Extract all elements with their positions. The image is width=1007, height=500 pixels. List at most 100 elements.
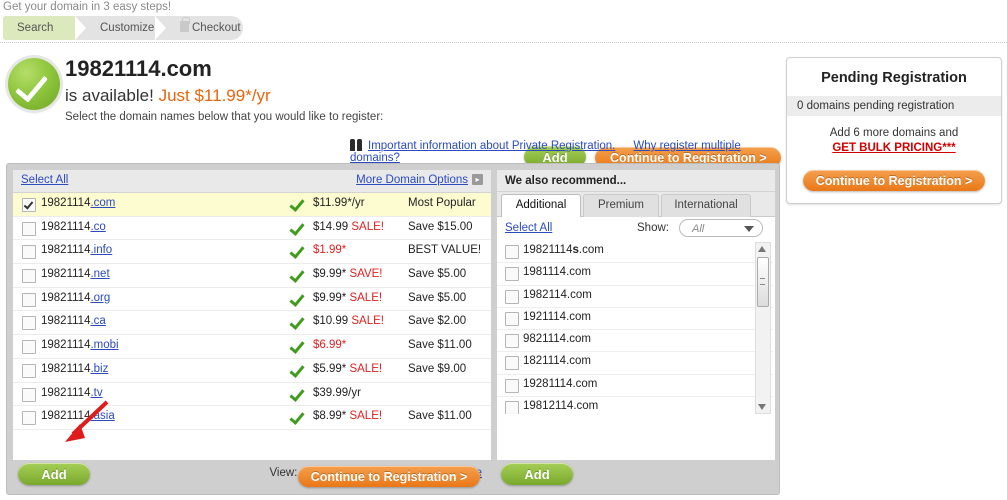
more-domain-options[interactable]: More Domain Options ▸ [356,174,483,186]
domain-savings: Most Popular [408,197,476,209]
domain-checkbox[interactable] [22,411,36,426]
continue-to-registration-button-bottom[interactable]: Continue to Registration > [298,466,480,487]
available-check-icon [289,221,302,234]
recommendation-checkbox[interactable] [505,289,519,304]
tab-international[interactable]: International [661,194,751,217]
continue-to-registration-button-sidebar[interactable]: Continue to Registration > [803,170,985,191]
add-button-domains[interactable]: Add [18,463,90,485]
add-button-recommendations[interactable]: Add [501,463,573,485]
recommendation-checkbox[interactable] [505,311,519,326]
domain-checkbox[interactable] [22,363,36,378]
table-row[interactable]: 19821114.mobi $6.99* Save $11.00 [13,335,491,359]
table-row[interactable]: 19821114.org $9.99* SALE! Save $5.00 [13,288,491,312]
available-check-icon [289,410,302,423]
list-item[interactable]: 9821114.com [497,330,773,353]
recommendation-scrollbar[interactable] [755,242,771,414]
step-search[interactable]: Search [3,16,75,40]
availability-line: is available! Just $11.99*/yr [65,86,271,106]
table-row[interactable]: 19821114.com $11.99*/yr Most Popular [13,193,491,217]
domain-price: $8.99* SALE! [313,410,383,423]
table-row[interactable]: 19821114.co $14.99 SALE! Save $15.00 [13,217,491,241]
recommendation-list[interactable]: 19821114s.com 1981114.com 1982114.com 19211… [497,241,773,414]
domain-checkbox[interactable] [22,221,36,236]
get-bulk-pricing-link[interactable]: GET BULK PRICING*** [832,142,955,154]
domain-savings: Save $9.00 [408,362,467,375]
list-item[interactable]: 19281114.com [497,375,773,398]
scroll-down-arrow-icon[interactable] [758,404,766,410]
list-item[interactable]: 1982114.com [497,286,773,308]
domain-checkbox[interactable] [22,387,36,402]
domain-checkbox[interactable] [22,269,36,284]
domain-name: 19821114.net [41,268,110,281]
domain-table-header: Select All More Domain Options ▸ [13,170,491,193]
table-row[interactable]: 19821114.net $9.99* SAVE! Save $5.00 [13,264,491,288]
step-customize[interactable]: Customize [86,16,164,40]
recommendation-domain-name: 1821114.com [523,355,591,368]
domain-savings: Save $5.00 [408,268,467,281]
list-item[interactable]: 1921114.com [497,308,773,331]
recommendation-checkbox[interactable] [505,334,519,349]
step-checkout[interactable]: Checkout [166,16,242,40]
table-row[interactable]: 19821114.info $1.99* BEST VALUE! [13,240,491,265]
scroll-up-arrow-icon[interactable] [758,246,766,252]
page-title: 19821114.com [65,56,212,81]
table-row[interactable]: 19821114.tv $39.99/yr [13,383,491,407]
recommendation-checkbox[interactable] [505,401,519,414]
domain-checkbox[interactable] [22,340,36,355]
list-item[interactable]: 1981114.com [497,263,773,286]
sidebar-title: Pending Registration [821,70,967,86]
select-all-link-recommend[interactable]: Select All [505,222,552,234]
domain-price: $14.99 SALE! [313,220,384,233]
recommendation-domain-name: 1982114.com [523,288,592,301]
domain-name: 19821114.ca [41,315,106,328]
domain-name: 19821114.co [41,220,106,233]
tab-additional[interactable]: Additional [501,194,581,217]
list-item[interactable]: 19821114s.com [497,241,773,264]
domain-name: 19821114.tv [41,386,103,399]
list-item[interactable]: 19812114.com [497,397,773,414]
domain-price: $1.99* [313,244,347,257]
domain-savings: Save $11.00 [408,339,472,352]
step-checkout-label: Checkout [166,16,241,40]
availability-text: is available! [65,86,154,105]
pending-count-text: 0 domains pending registration [787,96,1001,116]
private-registration-link[interactable]: Important information about Private Regi… [368,140,615,152]
bulk-promo-line: Add 6 more domains and [829,127,959,139]
table-row[interactable]: 19821114.biz $5.99* SALE! Save $9.00 [13,359,491,383]
table-row[interactable]: 19821114.asia $8.99* SALE! Save $11.00 [13,406,491,430]
available-check-icon [289,244,302,257]
domain-name: 19821114.biz [41,362,109,375]
domain-checkbox[interactable] [22,316,36,331]
domain-results-table: Select All More Domain Options ▸ 19821114… [12,169,492,461]
recommendation-domain-name: 9821114.com [523,333,591,346]
domain-name: 19821114.asia [41,410,115,423]
domain-checkbox[interactable] [22,292,36,307]
price-text: Just $11.99*/yr [158,86,271,105]
domain-checkbox[interactable] [22,245,36,260]
domain-savings: BEST VALUE! [408,244,482,257]
domain-name: 19821114.org [41,291,111,304]
recommendations-footer: Add [496,461,774,489]
domain-checkbox[interactable] [22,198,36,212]
domain-name: 19821114.mobi [41,339,119,352]
info-links: Important information about Private Regi… [350,139,780,164]
select-all-link-domains[interactable]: Select All [21,174,68,186]
step-search-label: Search [17,22,54,34]
recommendation-checkbox[interactable] [505,267,519,282]
list-item[interactable]: 1821114.com [497,352,773,375]
domain-price: $5.99* SALE! [313,362,383,375]
available-check-icon [289,363,302,376]
recommendation-checkbox[interactable] [505,245,519,259]
chevron-right-icon[interactable]: ▸ [472,174,483,185]
recommendation-tabs: Additional Premium International [497,192,775,217]
recommendation-checkbox[interactable] [505,356,519,371]
scrollbar-thumb[interactable] [757,257,769,307]
more-domain-options-link[interactable]: More Domain Options [356,174,468,186]
tab-premium[interactable]: Premium [583,194,659,217]
show-label: Show: [637,222,669,234]
green-check-badge-icon [8,58,60,110]
table-row[interactable]: 19821114.ca $10.99 SALE! Save $2.00 [13,311,491,336]
recommendation-checkbox[interactable] [505,378,519,393]
step-checkout-text: Checkout [192,22,241,34]
show-filter-dropdown[interactable]: All [679,219,763,237]
